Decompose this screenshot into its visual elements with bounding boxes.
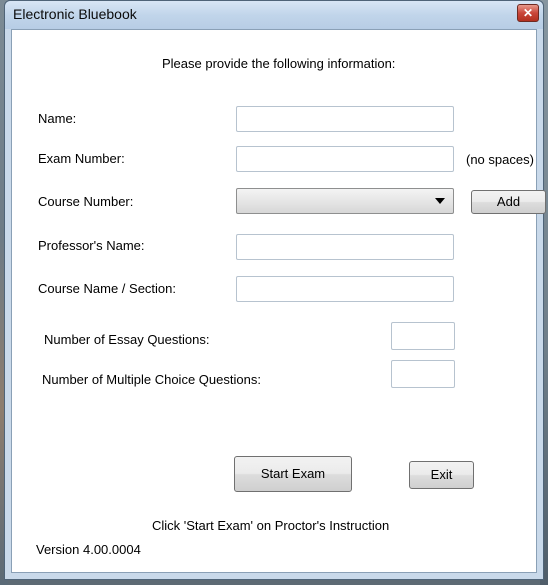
exam-number-hint: (no spaces) [466,152,534,167]
course-number-dropdown[interactable] [236,188,454,214]
chevron-down-icon [435,198,445,204]
course-name-input[interactable] [236,276,454,302]
essay-count-input[interactable] [391,322,455,350]
name-label: Name: [38,111,77,126]
version-label: Version 4.00.0004 [36,542,141,557]
close-icon: ✕ [522,6,534,20]
start-exam-button[interactable]: Start Exam [234,456,352,492]
professor-label: Professor's Name: [38,238,145,253]
course-name-label: Course Name / Section: [38,281,177,296]
close-button[interactable]: ✕ [517,4,539,22]
course-number-label: Course Number: [38,194,134,209]
exam-number-label: Exam Number: [38,151,125,166]
professor-name-input[interactable] [236,234,454,260]
form-panel: Please provide the following information… [11,29,546,573]
mc-count-label: Number of Multiple Choice Questions: [42,372,261,387]
essay-count-label: Number of Essay Questions: [44,332,210,347]
instruction-text: Please provide the following information… [162,56,396,71]
add-course-button[interactable]: Add [471,190,546,214]
app-window: Electronic Bluebook ✕ Please provide the… [4,0,546,580]
exam-number-input[interactable] [236,146,454,172]
name-input[interactable] [236,106,454,132]
title-bar[interactable]: Electronic Bluebook ✕ [5,1,543,29]
window-title: Electronic Bluebook [13,6,137,22]
mc-count-input[interactable] [391,360,455,388]
exit-button[interactable]: Exit [409,461,474,489]
proctor-note: Click 'Start Exam' on Proctor's Instruct… [152,518,390,533]
